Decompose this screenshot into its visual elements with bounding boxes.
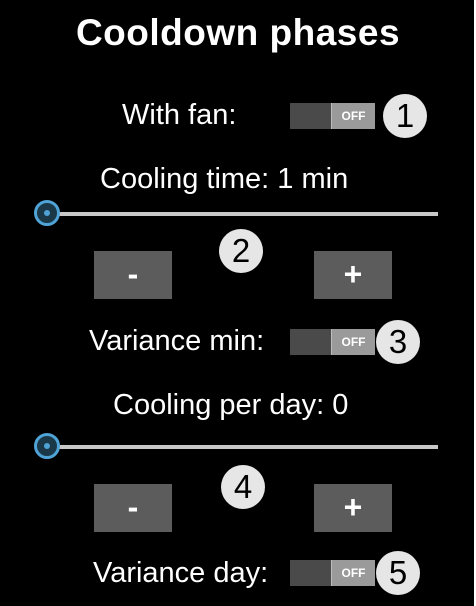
- cooling-time-slider[interactable]: [34, 200, 438, 228]
- toggle-track: [290, 103, 331, 129]
- cooldown-phases-screen: Cooldown phases With fan: OFF 1 Cooling …: [0, 0, 476, 606]
- with-fan-toggle[interactable]: OFF: [290, 103, 375, 129]
- toggle-state-text: OFF: [331, 329, 375, 355]
- cooling-time-increase-button[interactable]: +: [314, 251, 392, 299]
- cooling-per-day-slider[interactable]: [34, 433, 438, 461]
- slider-rail: [44, 212, 438, 216]
- slider-thumb[interactable]: [34, 433, 60, 459]
- toggle-track: [290, 560, 331, 586]
- with-fan-label: With fan:: [122, 99, 237, 131]
- callout-badge-3: 3: [376, 320, 420, 364]
- callout-badge-2: 2: [219, 229, 263, 273]
- cooling-per-day-decrease-button[interactable]: -: [94, 484, 172, 532]
- callout-badge-4: 4: [221, 465, 265, 509]
- slider-thumb[interactable]: [34, 200, 60, 226]
- toggle-track: [290, 329, 331, 355]
- cooling-time-label: Cooling time: 1 min: [100, 163, 349, 195]
- toggle-state-text: OFF: [331, 103, 375, 129]
- variance-day-label: Variance day:: [93, 557, 269, 589]
- toggle-state-text: OFF: [331, 560, 375, 586]
- slider-rail: [44, 445, 438, 449]
- cooling-per-day-label: Cooling per day: 0: [113, 389, 349, 421]
- cooling-time-decrease-button[interactable]: -: [94, 251, 172, 299]
- page-title: Cooldown phases: [75, 12, 401, 53]
- callout-badge-1: 1: [383, 94, 427, 138]
- variance-min-label: Variance min:: [89, 325, 265, 357]
- variance-day-toggle[interactable]: OFF: [290, 560, 375, 586]
- cooling-per-day-increase-button[interactable]: +: [314, 484, 392, 532]
- callout-badge-5: 5: [376, 551, 420, 595]
- variance-min-toggle[interactable]: OFF: [290, 329, 375, 355]
